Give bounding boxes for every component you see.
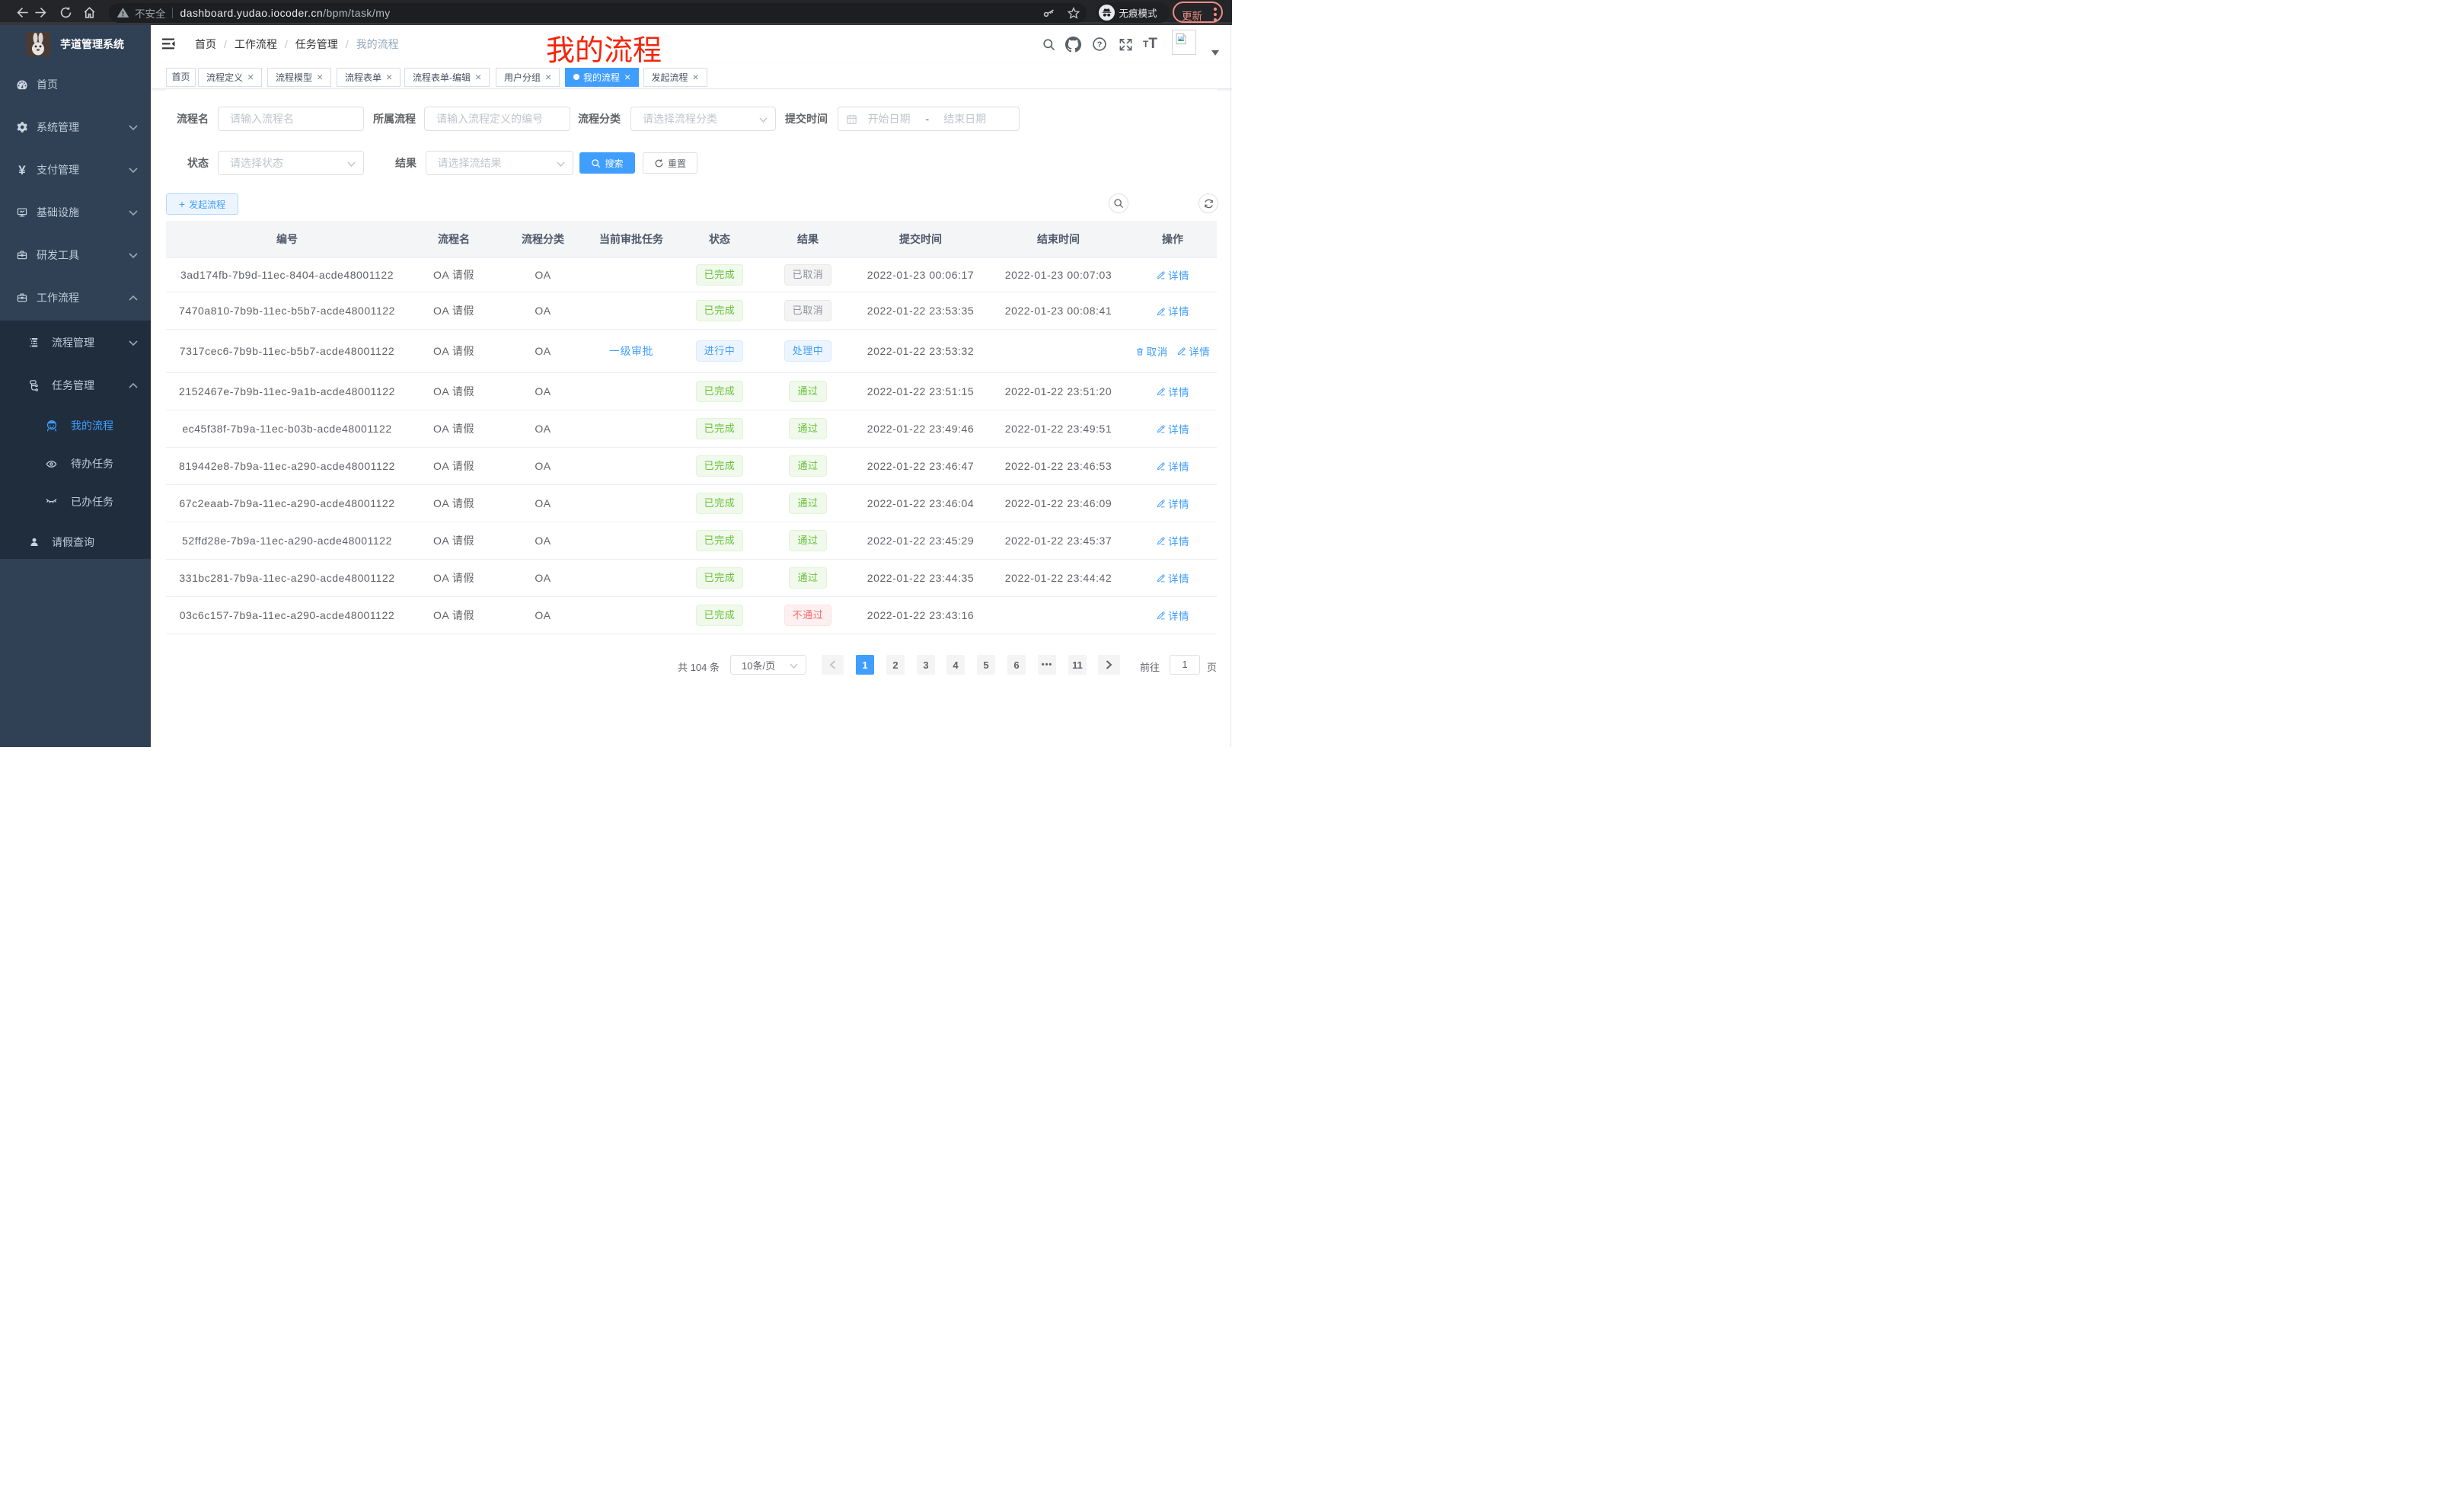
svg-text:?: ?: [1097, 40, 1103, 49]
